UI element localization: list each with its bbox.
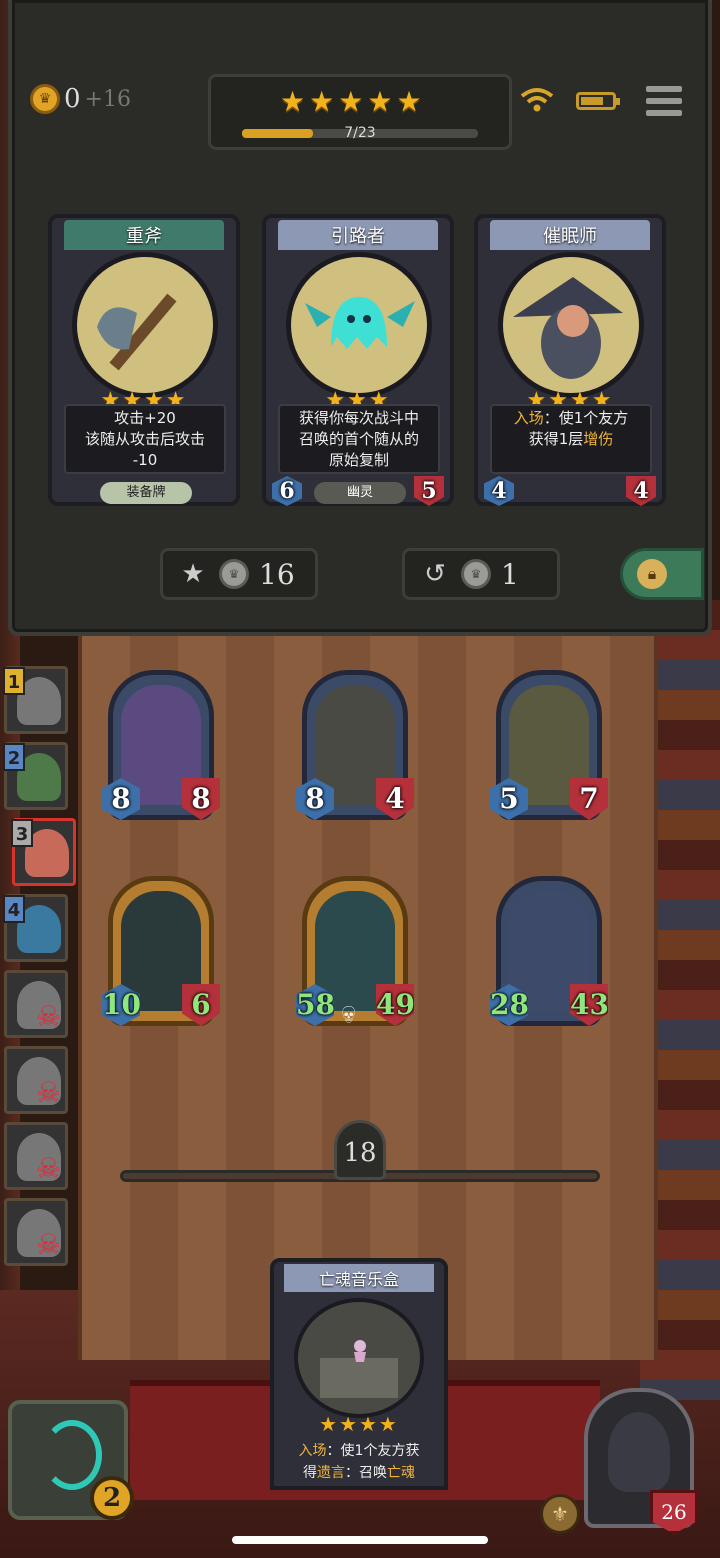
board-minion[interactable]: 5 7: [490, 670, 608, 826]
board-minion[interactable]: 10 6: [102, 876, 220, 1032]
skull-crossbones-icon: ☠: [35, 1076, 61, 1109]
lock-shop-button[interactable]: 🔒︎: [620, 548, 704, 600]
star-icon: ★: [367, 85, 393, 118]
skull-icon: 💀︎: [342, 1000, 356, 1030]
silver-coin-icon: ♛: [461, 559, 491, 589]
xp-bar-fill: [242, 129, 313, 138]
card-description: 获得你每次战斗中 召唤的首个随从的 原始复制: [278, 404, 440, 474]
card-tag: 幽灵: [314, 482, 406, 504]
gold-income: +16: [84, 86, 131, 112]
battery-icon: [576, 92, 620, 110]
home-indicator[interactable]: [232, 1536, 488, 1544]
ghost-art: [286, 252, 432, 398]
star-up-icon: ★: [181, 559, 205, 589]
card-stars: ★★★★: [319, 1412, 399, 1436]
hero-level: 2: [90, 1476, 134, 1520]
shop-card-heavy-axe[interactable]: 重斧 ★★★★ 攻击+20 该随从攻击后攻击 -10 装备牌: [48, 214, 240, 506]
queue-slot-defeated[interactable]: ☠: [4, 1198, 68, 1266]
card-title: 重斧: [126, 226, 162, 247]
skull-crossbones-icon: ☠: [35, 1000, 61, 1033]
board-minion[interactable]: 28 43: [490, 876, 608, 1032]
tier-stars: ★ ★ ★ ★ ★: [280, 88, 422, 116]
avatar: [608, 1412, 670, 1492]
portal-icon: [42, 1420, 102, 1490]
queue-slot-defeated[interactable]: ☠: [4, 970, 68, 1038]
card-description: 入场：使1个友方获 得遗言：召唤亡魂: [298, 1443, 420, 1481]
card-description: 入场：使1个友方 获得1层增伤: [490, 404, 652, 474]
xp-text: 7/23: [344, 125, 376, 141]
gold-value: 0: [64, 84, 81, 114]
board-minion[interactable]: 58 49 💀︎: [296, 876, 414, 1032]
axe-art: [72, 252, 218, 398]
star-icon: ★: [280, 85, 306, 118]
hero-power-button[interactable]: ⚜: [540, 1494, 580, 1534]
card-title: 引路者: [331, 226, 385, 247]
refresh-button[interactable]: ↺ ♛ 1: [402, 548, 560, 600]
queue-slot[interactable]: 4: [3, 894, 68, 962]
menu-button[interactable]: [646, 86, 682, 116]
queue-slot[interactable]: 1: [3, 666, 68, 734]
gold-display: ♛ 0 +16: [30, 84, 131, 114]
upgrade-cost: 16: [259, 557, 295, 591]
refresh-cost: 1: [501, 557, 519, 591]
queue-slot-defeated[interactable]: ☠: [4, 1122, 68, 1190]
skull-crossbones-icon: ☠: [35, 1228, 61, 1261]
skull-crossbones-icon: ☠: [35, 1152, 61, 1185]
turn-counter: 18: [334, 1120, 386, 1180]
board-minion[interactable]: 8 4: [296, 670, 414, 826]
shop-card-hypnotist[interactable]: 催眠师 ★★★★ 入场：使1个友方 获得1层增伤 4 4: [474, 214, 666, 506]
card-description: 攻击+20 该随从攻击后攻击 -10: [64, 404, 226, 474]
silver-coin-icon: ♛: [219, 559, 249, 589]
card-tag: 装备牌: [100, 482, 192, 504]
hand-card-music-box[interactable]: 亡魂音乐盒 ★★★★ 入场：使1个友方获 得遗言：召唤亡魂: [270, 1258, 448, 1490]
star-icon: ★: [338, 85, 364, 118]
queue-slot[interactable]: 2: [3, 742, 68, 810]
star-icon: ★: [396, 85, 422, 118]
board-minion[interactable]: 8 8: [102, 670, 220, 826]
lock-icon: 🔒︎: [637, 559, 667, 589]
refresh-icon: ↺: [424, 559, 446, 589]
shop-card-guide[interactable]: 引路者 ★★★ 获得你每次战斗中 召唤的首个随从的 原始复制 幽灵 6 5: [262, 214, 454, 506]
hero-ability-portal[interactable]: 2: [8, 1400, 134, 1520]
card-attack: 6: [272, 476, 302, 506]
queue-slot-active[interactable]: 3: [11, 818, 76, 886]
wifi-icon: [520, 86, 554, 114]
card-health: 4: [626, 476, 656, 506]
card-title: 催眠师: [543, 226, 597, 247]
music-box-art: [294, 1298, 424, 1418]
witch-art: [498, 252, 644, 398]
crown-coin-icon: ♛: [30, 84, 60, 114]
upgrade-tier-button[interactable]: ★ ♛ 16: [160, 548, 318, 600]
card-title: 亡魂音乐盒: [318, 1270, 399, 1289]
star-icon: ★: [309, 85, 335, 118]
card-health: 5: [414, 476, 444, 506]
queue-slot-defeated[interactable]: ☠: [4, 1046, 68, 1114]
card-attack: 4: [484, 476, 514, 506]
